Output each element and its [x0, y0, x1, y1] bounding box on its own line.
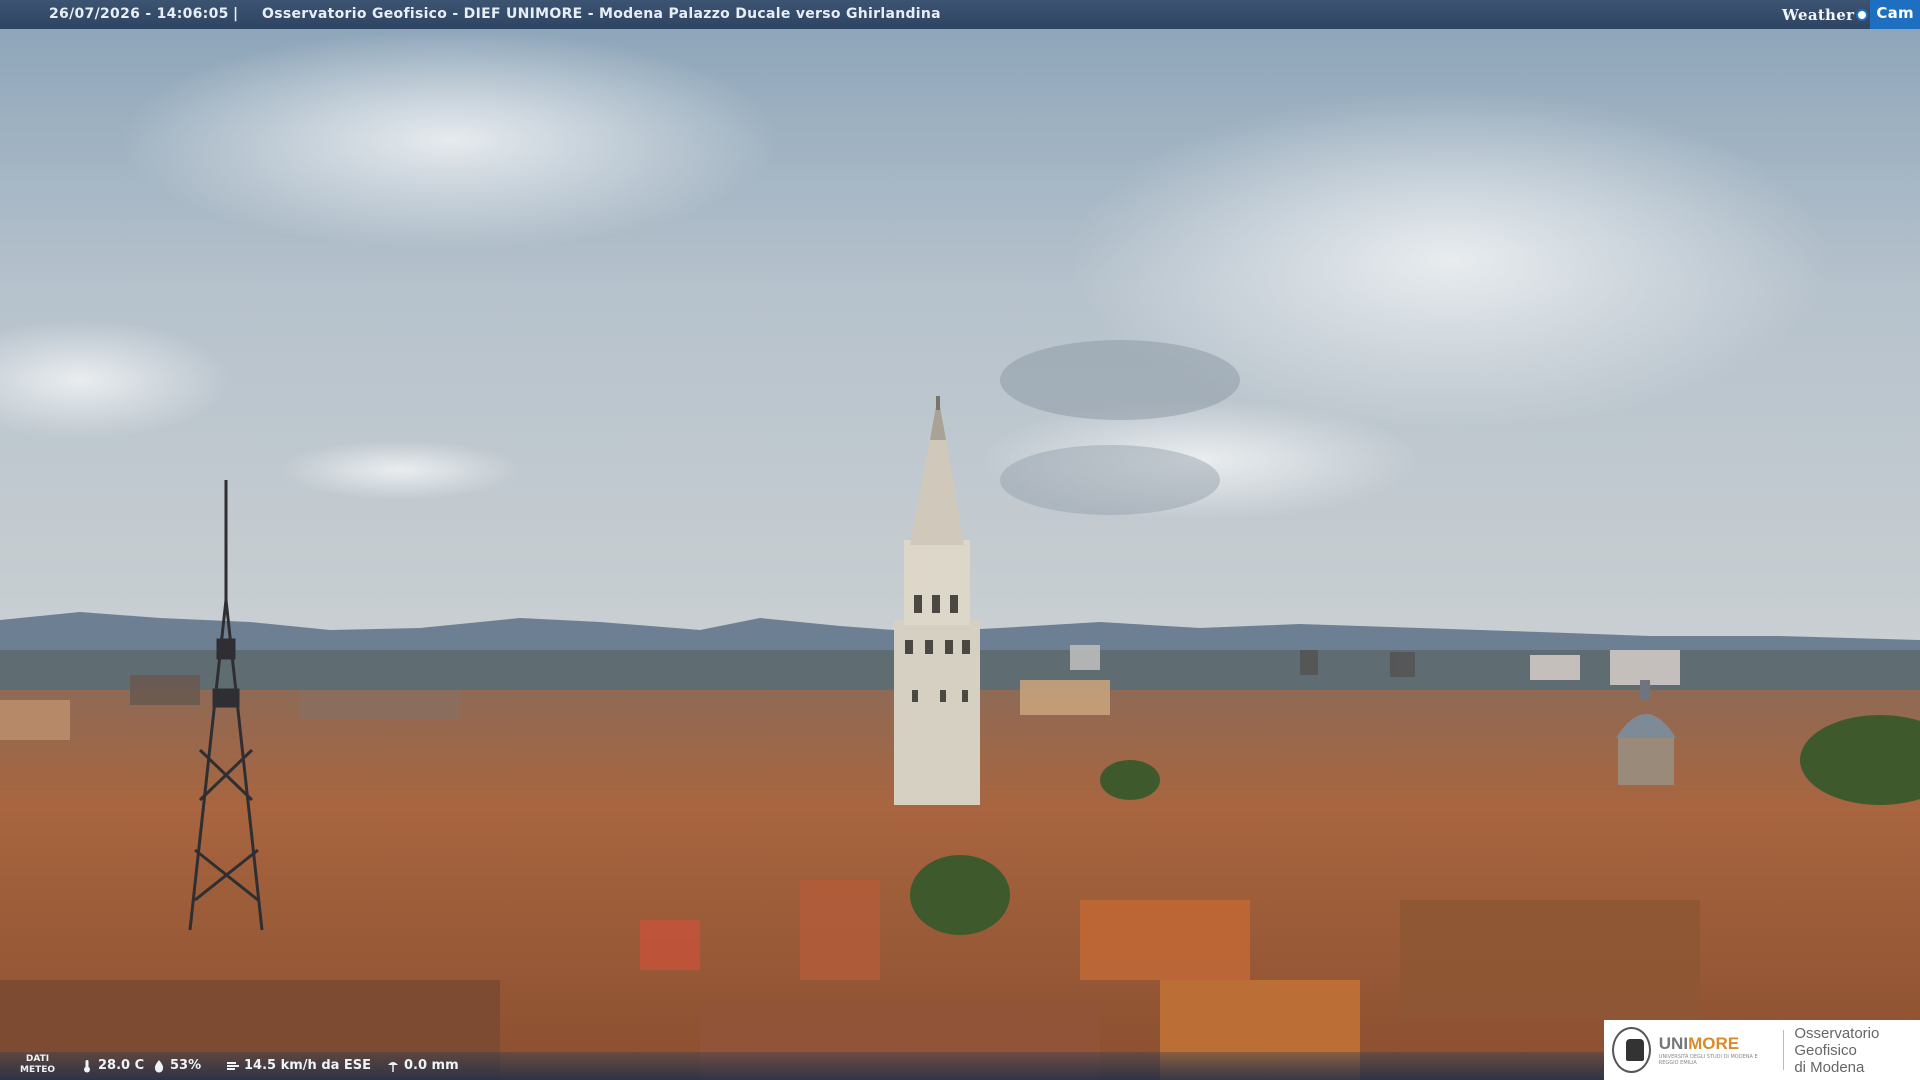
rain-reading: 0.0 mm	[386, 1058, 459, 1073]
caption-bar: 26/07/2026 - 14:06:05 | Osservatorio Geo…	[0, 0, 1920, 29]
university-seal-icon	[1612, 1027, 1651, 1073]
logo-dot-icon	[1856, 8, 1869, 21]
wind-icon	[227, 1061, 239, 1070]
cloud	[120, 30, 780, 250]
trees	[1100, 760, 1160, 800]
camera-title: Osservatorio Geofisico - DIEF UNIMORE - …	[262, 6, 941, 22]
thermometer-icon	[84, 1059, 90, 1072]
meteo-label: DATI METEO	[20, 1054, 56, 1075]
timestamp: 26/07/2026 - 14:06:05	[49, 6, 229, 22]
observatory-name: Osservatorio Geofisico di Modena	[1794, 1024, 1880, 1076]
unimore-wordmark: UNIMORE UNIVERSITÀ DEGLI STUDI DI MODENA…	[1658, 1034, 1758, 1066]
logo-divider	[1783, 1030, 1785, 1070]
separator: |	[233, 6, 239, 22]
wind-reading: 14.5 km/h da ESE	[226, 1058, 371, 1073]
cam-text: Cam	[1870, 0, 1920, 29]
rain-icon	[388, 1061, 398, 1072]
webcam-photo	[0, 0, 1920, 1080]
weather-text: Weather	[1782, 5, 1855, 24]
humidity-drop-icon	[154, 1059, 164, 1072]
weathercam-logo: Weather Cam	[1782, 0, 1920, 29]
humidity-reading: 53%	[152, 1058, 201, 1073]
cloud	[280, 440, 520, 500]
dark-cloud	[1000, 340, 1240, 420]
trees	[910, 855, 1010, 935]
dark-cloud	[1000, 445, 1220, 515]
unimore-logo: UNIMORE UNIVERSITÀ DEGLI STUDI DI MODENA…	[1604, 1020, 1920, 1080]
temperature-reading: 28.0 C	[80, 1058, 144, 1073]
